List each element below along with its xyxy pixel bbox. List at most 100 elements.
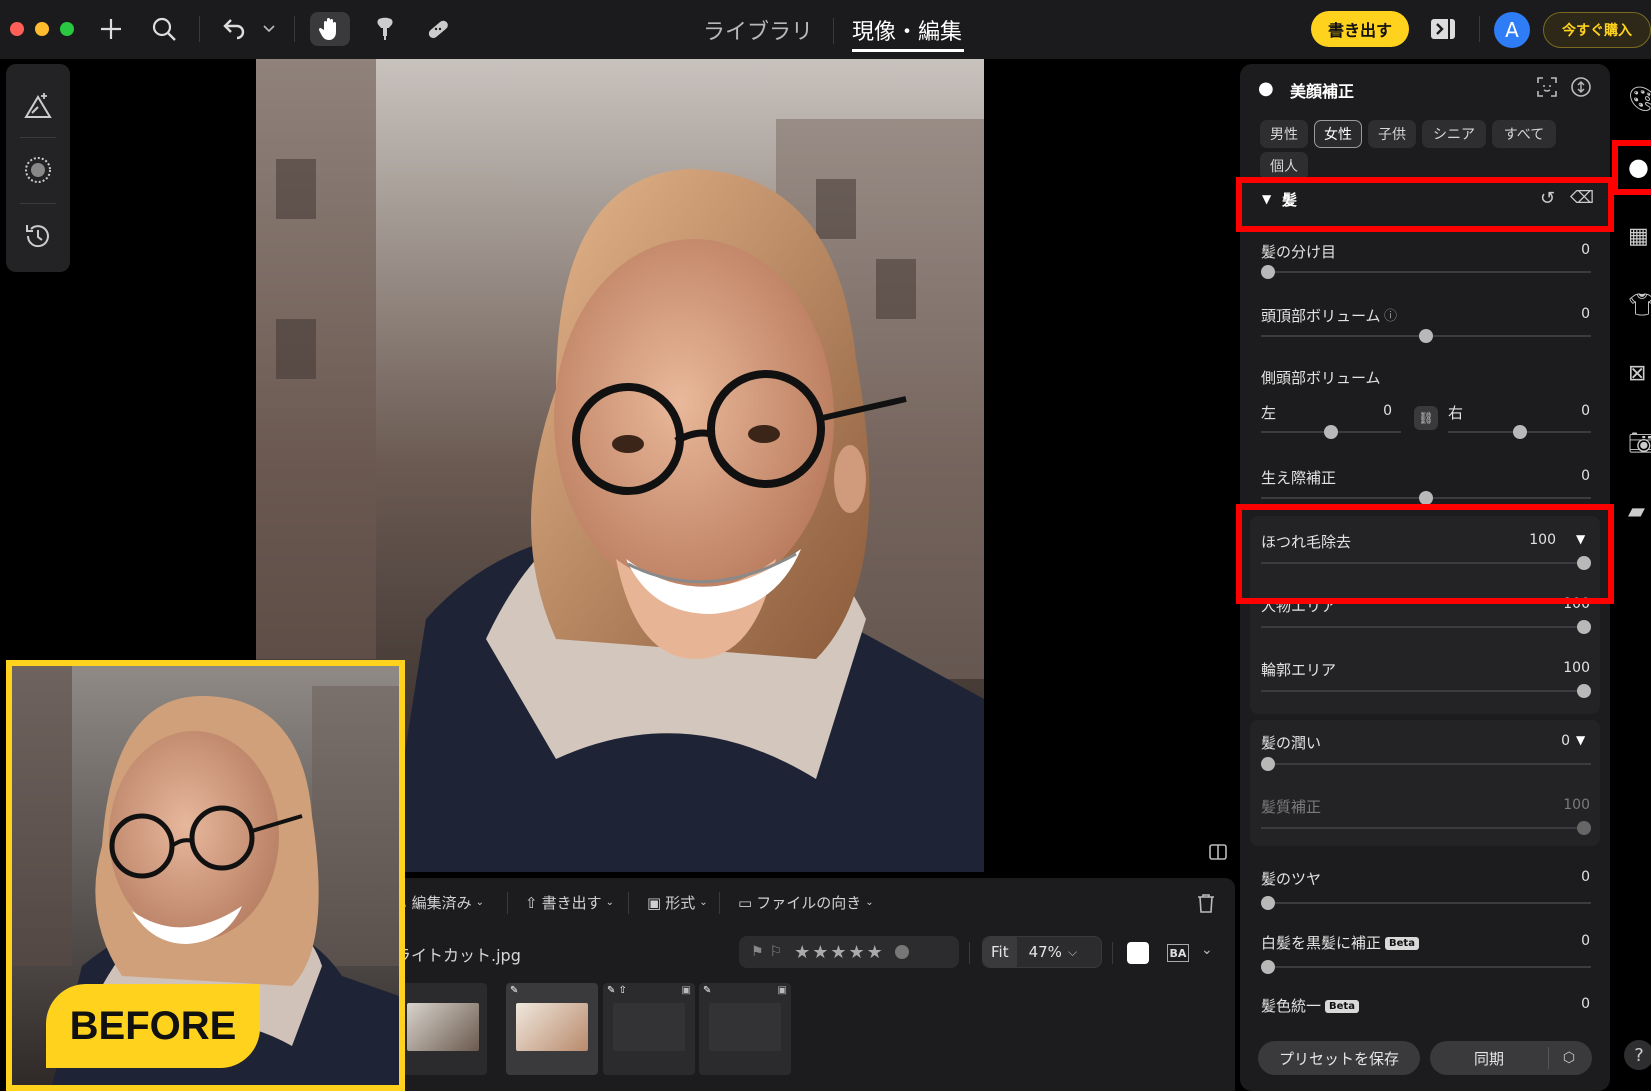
chip-male[interactable]: 男性 [1260,120,1308,148]
stamp-tool-icon[interactable] [370,12,400,46]
edited-badge-icon: ✎ [510,985,519,996]
slider-label-hairline: 生え際補正 [1261,469,1337,487]
app-window: { "topbar": { "tabs": ["ライブラリ", "現像・編集"]… [0,0,1651,1091]
help-button[interactable]: ? [1624,1040,1651,1070]
tab-library[interactable]: ライブラリ [703,14,813,46]
filmstrip-thumbnail[interactable] [395,983,487,1075]
face-detect-icon[interactable] [1536,76,1558,98]
bandage-tool-icon[interactable] [423,12,453,46]
rating-bar: ⚑ ⚐ ★★★★★ [739,936,959,968]
filmstrip-thumbnail[interactable]: ✎ [506,983,598,1075]
slider-moisture[interactable] [1261,757,1591,771]
ai-tool-icon[interactable] [6,74,70,138]
chip-all[interactable]: すべて [1492,120,1556,148]
texture-icon[interactable]: ▦ [1628,223,1651,249]
beauty-face-icon[interactable]: ● [1628,154,1651,180]
before-after-toggle[interactable]: BA [1167,944,1189,962]
hand-tool-icon[interactable] [310,12,350,46]
sync-settings-icon[interactable]: ⬡ [1558,1047,1580,1069]
format-menu[interactable]: ▣ 形式 ⌄ [647,892,708,913]
export-button[interactable]: 書き出す [1311,11,1409,47]
slider-side-left[interactable] [1261,425,1401,439]
slider-side-right[interactable] [1448,425,1591,439]
undo-icon[interactable] [220,12,248,46]
filmstrip-thumbnail[interactable]: ✎ ⇧ ▣ [603,983,695,1075]
zoom-control[interactable]: Fit 47% ⌵ [982,936,1102,968]
panel-toggle-icon[interactable] [1428,12,1458,46]
slider-parting[interactable] [1261,265,1591,279]
camera-icon[interactable]: 📷︎ [1628,430,1651,456]
slider-texture[interactable] [1261,821,1591,835]
orientation-icon: ▭ [738,893,753,912]
zoom-window-button[interactable] [60,22,74,36]
slider-label-right: 右 [1448,404,1464,422]
slider-label-crown-volume: 頭頂部ボリューム [1261,307,1381,325]
slider-value-color-unify: 0 [1581,996,1590,1012]
before-image-inset: BEFORE [6,660,405,1091]
slider-value-right: 0 [1581,403,1590,419]
flag-icon[interactable]: ⚑ [751,944,764,960]
search-icon[interactable] [148,12,180,46]
clothing-icon[interactable]: 👕︎ [1628,292,1651,318]
slider-gloss[interactable] [1261,896,1591,910]
filmstrip-panel: ✎編集済み⌄ ⇧書き出す⌄ ▣形式⌄ ▭ファイルの向き⌄ ライトカット.jpg … [395,878,1235,1091]
beta-badge: Beta [1385,937,1419,950]
buy-now-button[interactable]: 今すぐ購入 [1543,12,1651,48]
slider-person-area[interactable] [1261,620,1591,634]
chip-senior[interactable]: シニア [1422,120,1486,148]
slider-value-gray-to-black: 0 [1581,933,1590,949]
folder-camera-icon[interactable]: ▰ [1628,498,1651,524]
slider-value-texture: 100 [1563,797,1590,813]
reject-flag-icon[interactable]: ⚐ [770,944,783,960]
filmstrip-thumbnail[interactable]: ✎ ▣ [699,983,791,1075]
view-options-chevron-icon[interactable]: ⌄ [1201,942,1213,958]
slider-label-left: 左 [1261,404,1277,422]
export-menu[interactable]: ⇧ 書き出す ⌄ [525,892,614,913]
minimize-window-button[interactable] [35,22,49,36]
palette-icon[interactable]: 🎨︎ [1628,86,1651,112]
star-rating[interactable]: ★★★★★ [794,942,885,963]
highlight-flyaway-slider [1236,504,1614,604]
sync-button[interactable]: 同期 [1430,1041,1548,1075]
panel-settings-icon[interactable] [1570,76,1592,98]
chip-personal[interactable]: 個人 [1260,152,1308,180]
history-icon[interactable] [6,204,70,268]
slider-hairline[interactable] [1261,491,1591,505]
slider-value-hairline: 0 [1581,468,1590,484]
trash-icon[interactable] [1195,892,1217,914]
background-color-swatch[interactable] [1127,942,1149,964]
link-sides-icon[interactable]: ⛓ [1414,406,1438,430]
crop-icon[interactable]: ⊠ [1628,360,1651,386]
chip-female[interactable]: 女性 [1314,120,1362,148]
compare-view-icon[interactable] [1208,842,1228,862]
active-tab-underline [852,49,964,52]
close-window-button[interactable] [10,22,24,36]
slider-gray-to-black[interactable] [1261,960,1591,974]
zoom-chevron-icon[interactable]: ⌵ [1068,945,1077,960]
slider-value-moisture: 0 [1561,733,1570,749]
texture-mask-icon[interactable] [6,138,70,202]
add-icon[interactable] [96,12,126,46]
fit-button[interactable]: Fit [983,937,1017,967]
edited-filter-menu[interactable]: ✎編集済み⌄ [395,892,484,913]
save-preset-button[interactable]: プリセットを保存 [1258,1041,1420,1075]
slider-value-crown-volume: 0 [1581,306,1590,322]
orientation-menu[interactable]: ▭ ファイルの向き ⌄ [738,892,874,913]
slider-crown-volume[interactable] [1261,329,1591,343]
user-avatar[interactable]: A [1494,12,1530,48]
color-label-dot[interactable] [894,945,909,959]
expand-icon[interactable]: ▼ [1576,733,1585,747]
undo-history-chevron-icon[interactable] [260,12,278,46]
help-circle-icon[interactable]: ⓘ [1384,305,1397,324]
chip-child[interactable]: 子供 [1368,120,1416,148]
slider-value-left: 0 [1383,403,1392,419]
before-label: BEFORE [46,984,260,1068]
zoom-level: 47% [1028,943,1062,961]
slider-value-gloss: 0 [1581,869,1590,885]
slider-label-gray-to-black: 白髪を黒髪に補正 Beta [1261,932,1419,953]
highlight-hair-section [1236,177,1614,232]
slider-contour-area[interactable] [1261,684,1591,698]
image-icon: ▣ [647,893,662,912]
upload-icon: ⇧ [525,893,538,912]
tab-develop-edit[interactable]: 現像・編集 [852,14,962,46]
